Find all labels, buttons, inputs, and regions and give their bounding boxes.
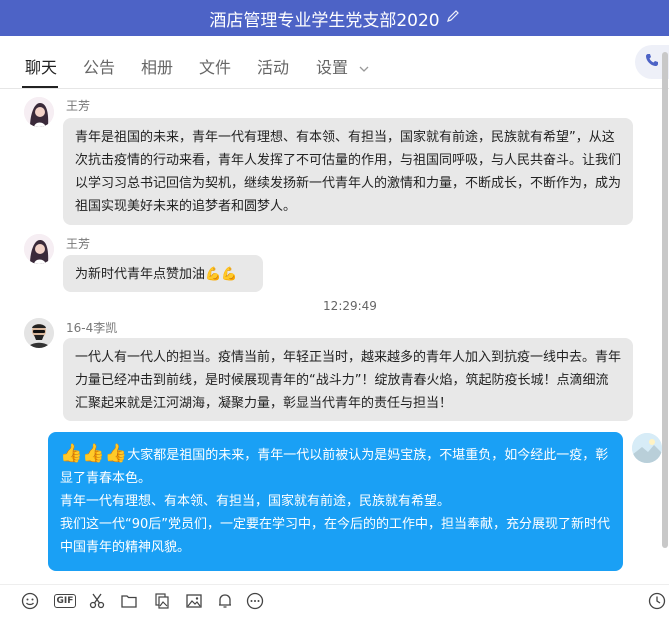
thumbs-up-emoji: 👍👍👍	[60, 443, 128, 464]
clock-icon[interactable]	[647, 591, 667, 611]
avatar[interactable]	[24, 318, 54, 348]
tab-bar: 聊天 公告 相册 文件 活动 设置	[0, 36, 669, 89]
scissors-icon[interactable]	[87, 591, 107, 611]
tab-chat[interactable]: 聊天	[25, 54, 57, 78]
tab-activity[interactable]: 活动	[257, 54, 289, 78]
tab-settings[interactable]: 设置	[316, 54, 369, 78]
phone-icon	[644, 52, 660, 72]
sender-name: 王芳	[66, 99, 91, 113]
image-library-icon[interactable]	[152, 591, 172, 611]
avatar[interactable]	[24, 97, 54, 127]
chat-area: 王芳 青年是祖国的未来，青年一代有理想、有本领、有担当，国家就有前途，民族就有希…	[0, 89, 662, 583]
tab-settings-label: 设置	[316, 58, 349, 77]
message-line: 大家都是祖国的未来，青年一代以前被认为是妈宝族，不堪重负，如今经此一疫，彰显了青…	[60, 448, 609, 486]
message-timestamp: 12:29:49	[323, 299, 377, 313]
message-line: 我们这一代“90后”党员们，一定要在学习中，在今后的的工作中，担当奉献，充分展现…	[60, 517, 611, 555]
message-bubble[interactable]: 一代人有一代人的担当。疫情当前，年轻正当时，越来越多的青年人加入到抗疫一线中去。…	[63, 338, 633, 421]
input-toolbar: GIF	[0, 584, 669, 618]
tab-files[interactable]: 文件	[199, 54, 231, 78]
gif-icon[interactable]: GIF	[52, 591, 78, 611]
sender-name: 王芳	[66, 237, 91, 251]
gif-label: GIF	[53, 594, 77, 608]
tab-notice[interactable]: 公告	[83, 54, 115, 78]
message-text: 为新时代青年点赞加油	[75, 267, 206, 282]
more-icon[interactable]	[245, 591, 265, 611]
bell-icon[interactable]	[215, 591, 235, 611]
picture-icon[interactable]	[184, 591, 204, 611]
flexed-biceps-emoji: 💪💪	[205, 267, 238, 282]
tab-album[interactable]: 相册	[141, 54, 173, 78]
active-tab-indicator	[22, 86, 58, 88]
folder-icon[interactable]	[119, 591, 139, 611]
chevron-down-icon	[359, 58, 369, 77]
my-message-bubble[interactable]: 👍👍👍大家都是祖国的未来，青年一代以前被认为是妈宝族，不堪重负，如今经此一疫，彰…	[48, 432, 623, 571]
avatar[interactable]	[24, 234, 54, 264]
sender-name: 16-4李凯	[66, 321, 118, 335]
message-bubble[interactable]: 为新时代青年点赞加油💪💪	[63, 255, 263, 292]
title-bar: 酒店管理专业学生党支部2020	[0, 0, 669, 36]
edit-icon[interactable]	[446, 9, 460, 27]
my-avatar[interactable]	[632, 433, 662, 463]
message-line: 青年一代有理想、有本领、有担当，国家就有前途，民族就有希望。	[60, 494, 451, 509]
emoji-icon[interactable]	[20, 591, 40, 611]
group-title: 酒店管理专业学生党支部2020	[209, 10, 440, 31]
message-bubble[interactable]: 青年是祖国的未来，青年一代有理想、有本领、有担当，国家就有前途，民族就有希望”，…	[63, 118, 633, 225]
